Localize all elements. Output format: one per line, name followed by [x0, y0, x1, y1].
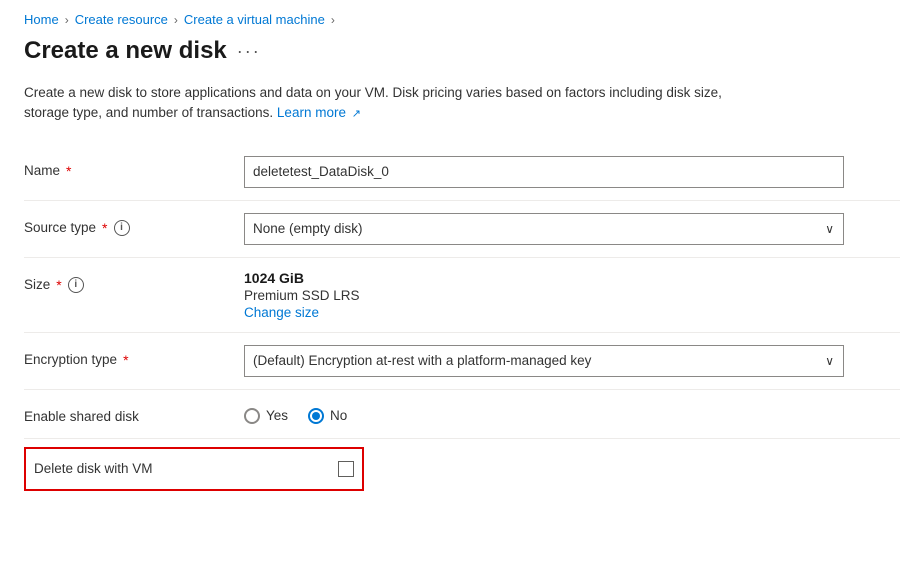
source-type-select-wrapper: None (empty disk) ∨: [244, 213, 844, 245]
shared-disk-label: Enable shared disk: [24, 409, 139, 424]
size-info-icon[interactable]: i: [68, 277, 84, 293]
breadcrumb-sep-3: ›: [331, 13, 335, 27]
breadcrumb-create-vm[interactable]: Create a virtual machine: [184, 12, 325, 27]
name-control-col: [244, 156, 900, 188]
shared-disk-radio-group: Yes No: [244, 402, 900, 424]
size-value-sub: Premium SSD LRS: [244, 288, 900, 303]
shared-disk-yes-radio[interactable]: [244, 408, 260, 424]
description-text: Create a new disk to store applications …: [24, 83, 744, 124]
delete-disk-checkbox[interactable]: [338, 461, 354, 477]
source-type-value: None (empty disk): [253, 221, 363, 236]
source-type-label: Source type: [24, 220, 96, 235]
encryption-type-select-wrapper: (Default) Encryption at-rest with a plat…: [244, 345, 844, 377]
shared-disk-yes-option[interactable]: Yes: [244, 408, 288, 424]
encryption-type-required-star: *: [123, 352, 128, 368]
description-body: Create a new disk to store applications …: [24, 85, 722, 120]
external-link-icon: ↗: [352, 106, 361, 123]
breadcrumb-home[interactable]: Home: [24, 12, 59, 27]
encryption-type-control-col: (Default) Encryption at-rest with a plat…: [244, 345, 900, 377]
delete-disk-section: Delete disk with VM: [24, 447, 900, 491]
shared-disk-control-col: Yes No: [244, 402, 900, 424]
source-type-required-star: *: [102, 220, 107, 236]
encryption-type-value: (Default) Encryption at-rest with a plat…: [253, 353, 591, 368]
size-label: Size: [24, 277, 50, 292]
change-size-link[interactable]: Change size: [244, 305, 900, 320]
name-field-row: Name *: [24, 146, 900, 198]
breadcrumb-sep-1: ›: [65, 13, 69, 27]
size-required-star: *: [56, 277, 61, 293]
shared-disk-no-label: No: [330, 408, 347, 423]
page-title-row: Create a new disk ···: [24, 37, 900, 65]
delete-disk-row: Delete disk with VM: [24, 447, 364, 491]
shared-disk-yes-label: Yes: [266, 408, 288, 423]
divider-3: [24, 332, 900, 333]
source-type-info-icon[interactable]: i: [114, 220, 130, 236]
encryption-type-field-row: Encryption type * (Default) Encryption a…: [24, 335, 900, 387]
source-type-select[interactable]: None (empty disk): [244, 213, 844, 245]
source-type-label-col: Source type * i: [24, 213, 244, 236]
learn-more-link[interactable]: Learn more: [277, 105, 346, 120]
name-input[interactable]: [244, 156, 844, 188]
encryption-type-label-col: Encryption type *: [24, 345, 244, 368]
divider-5: [24, 438, 900, 439]
name-label-col: Name *: [24, 156, 244, 179]
size-value-bold: 1024 GiB: [244, 270, 900, 286]
more-options-button[interactable]: ···: [237, 41, 261, 62]
breadcrumb-sep-2: ›: [174, 13, 178, 27]
encryption-type-select[interactable]: (Default) Encryption at-rest with a plat…: [244, 345, 844, 377]
breadcrumb: Home › Create resource › Create a virtua…: [24, 12, 900, 27]
size-control-col: 1024 GiB Premium SSD LRS Change size: [244, 270, 900, 320]
size-field-row: Size * i 1024 GiB Premium SSD LRS Change…: [24, 260, 900, 330]
breadcrumb-create-resource[interactable]: Create resource: [75, 12, 168, 27]
shared-disk-no-dot: [312, 412, 320, 420]
shared-disk-no-option[interactable]: No: [308, 408, 347, 424]
size-label-col: Size * i: [24, 270, 244, 293]
shared-disk-no-radio[interactable]: [308, 408, 324, 424]
shared-disk-field-row: Enable shared disk Yes No: [24, 392, 900, 436]
divider-1: [24, 200, 900, 201]
name-label: Name: [24, 163, 60, 178]
divider-4: [24, 389, 900, 390]
source-type-field-row: Source type * i None (empty disk) ∨: [24, 203, 900, 255]
delete-disk-label: Delete disk with VM: [34, 461, 338, 476]
page-title: Create a new disk: [24, 37, 227, 65]
source-type-control-col: None (empty disk) ∨: [244, 213, 900, 245]
encryption-type-label: Encryption type: [24, 352, 117, 367]
divider-2: [24, 257, 900, 258]
name-required-star: *: [66, 163, 71, 179]
shared-disk-label-col: Enable shared disk: [24, 402, 244, 424]
